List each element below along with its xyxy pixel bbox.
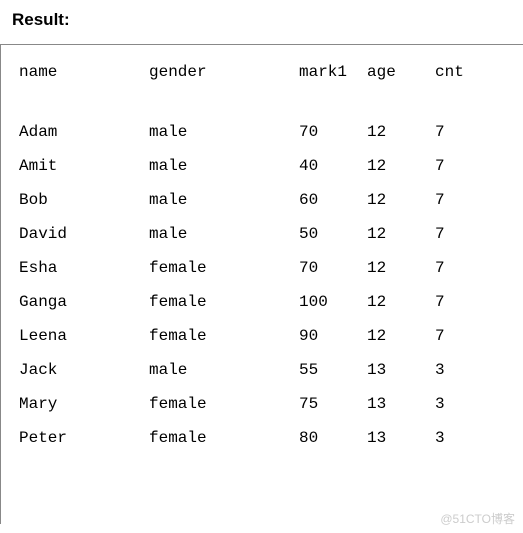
cell-age: 12: [367, 191, 435, 225]
cell-gender: male: [149, 191, 299, 225]
col-header-name: name: [19, 63, 149, 123]
cell-name: Esha: [19, 259, 149, 293]
table-row: Leena female 90 12 7: [19, 327, 475, 361]
cell-mark1: 80: [299, 429, 367, 463]
cell-mark1: 75: [299, 395, 367, 429]
col-header-age: age: [367, 63, 435, 123]
col-header-cnt: cnt: [435, 63, 475, 123]
cell-gender: male: [149, 157, 299, 191]
cell-cnt: 3: [435, 395, 475, 429]
cell-age: 12: [367, 327, 435, 361]
table-row: Amit male 40 12 7: [19, 157, 475, 191]
cell-mark1: 55: [299, 361, 367, 395]
cell-mark1: 40: [299, 157, 367, 191]
cell-name: Leena: [19, 327, 149, 361]
cell-age: 13: [367, 429, 435, 463]
cell-gender: male: [149, 225, 299, 259]
table-row: Ganga female 100 12 7: [19, 293, 475, 327]
cell-age: 12: [367, 293, 435, 327]
cell-gender: female: [149, 327, 299, 361]
table-row: Adam male 70 12 7: [19, 123, 475, 157]
table-row: Bob male 60 12 7: [19, 191, 475, 225]
cell-age: 13: [367, 361, 435, 395]
cell-gender: female: [149, 395, 299, 429]
cell-age: 12: [367, 157, 435, 191]
cell-gender: male: [149, 361, 299, 395]
result-table: name gender mark1 age cnt Adam male 70 1…: [19, 63, 475, 463]
cell-age: 12: [367, 123, 435, 157]
result-heading: Result:: [0, 0, 523, 44]
cell-name: Peter: [19, 429, 149, 463]
cell-age: 12: [367, 225, 435, 259]
cell-mark1: 90: [299, 327, 367, 361]
table-row: David male 50 12 7: [19, 225, 475, 259]
cell-cnt: 7: [435, 293, 475, 327]
cell-gender: male: [149, 123, 299, 157]
cell-cnt: 3: [435, 361, 475, 395]
cell-age: 12: [367, 259, 435, 293]
cell-gender: female: [149, 293, 299, 327]
table-row: Mary female 75 13 3: [19, 395, 475, 429]
cell-mark1: 100: [299, 293, 367, 327]
cell-cnt: 7: [435, 123, 475, 157]
table-header-row: name gender mark1 age cnt: [19, 63, 475, 123]
cell-mark1: 70: [299, 123, 367, 157]
table-body: Adam male 70 12 7 Amit male 40 12 7 Bob …: [19, 123, 475, 463]
watermark: @51CTO博客: [440, 510, 515, 527]
cell-name: Jack: [19, 361, 149, 395]
cell-cnt: 7: [435, 157, 475, 191]
col-header-gender: gender: [149, 63, 299, 123]
cell-mark1: 70: [299, 259, 367, 293]
cell-cnt: 7: [435, 327, 475, 361]
cell-age: 13: [367, 395, 435, 429]
cell-name: Mary: [19, 395, 149, 429]
table-row: Peter female 80 13 3: [19, 429, 475, 463]
cell-cnt: 7: [435, 225, 475, 259]
cell-gender: female: [149, 259, 299, 293]
result-frame: name gender mark1 age cnt Adam male 70 1…: [0, 44, 523, 524]
cell-name: Adam: [19, 123, 149, 157]
cell-mark1: 60: [299, 191, 367, 225]
cell-cnt: 3: [435, 429, 475, 463]
cell-cnt: 7: [435, 259, 475, 293]
cell-name: Amit: [19, 157, 149, 191]
cell-mark1: 50: [299, 225, 367, 259]
cell-name: Ganga: [19, 293, 149, 327]
cell-cnt: 7: [435, 191, 475, 225]
cell-gender: female: [149, 429, 299, 463]
col-header-mark1: mark1: [299, 63, 367, 123]
cell-name: David: [19, 225, 149, 259]
table-row: Jack male 55 13 3: [19, 361, 475, 395]
table-row: Esha female 70 12 7: [19, 259, 475, 293]
cell-name: Bob: [19, 191, 149, 225]
